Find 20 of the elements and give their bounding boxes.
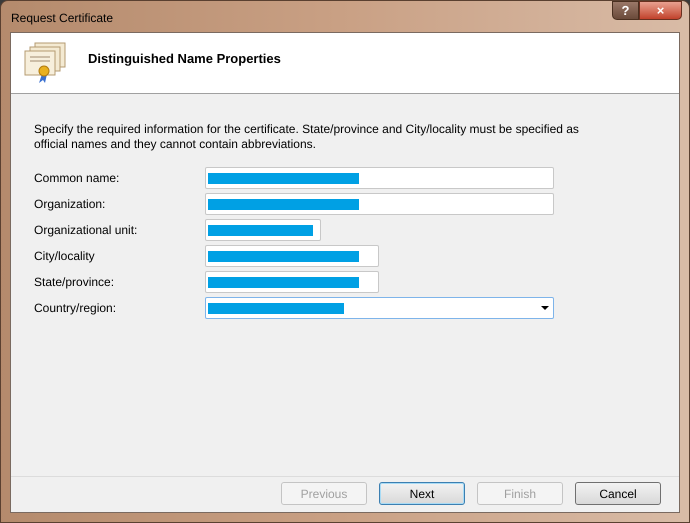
- input-field[interactable]: [205, 271, 379, 293]
- dialog-button[interactable]: Cancel: [575, 482, 661, 505]
- input-field[interactable]: [205, 219, 321, 241]
- window-title: Request Certificate: [11, 10, 114, 27]
- input-field[interactable]: [205, 245, 379, 267]
- input-field[interactable]: [205, 193, 554, 215]
- caret-icon: [541, 306, 549, 310]
- field-label: Country/region:: [34, 300, 118, 317]
- dropdown-field[interactable]: [205, 297, 554, 319]
- field-label: State/province:: [34, 274, 116, 291]
- header-title: Distinguished Name Properties: [88, 50, 281, 68]
- instructions-text: Specify the required information for the certificate. State/province and City/locality must be specified as official names and they cannot contain abbreviations.: [34, 122, 580, 152]
- input-field[interactable]: [205, 167, 554, 189]
- field-label: Organizational unit:: [34, 222, 138, 239]
- field-label: Common name:: [34, 170, 120, 187]
- field-label: City/locality: [34, 248, 96, 265]
- dialog-button[interactable]: Next: [379, 482, 465, 505]
- close-button[interactable]: ×: [639, 1, 682, 20]
- help-button[interactable]: ?: [612, 1, 639, 20]
- field-label: Organization:: [34, 196, 106, 213]
